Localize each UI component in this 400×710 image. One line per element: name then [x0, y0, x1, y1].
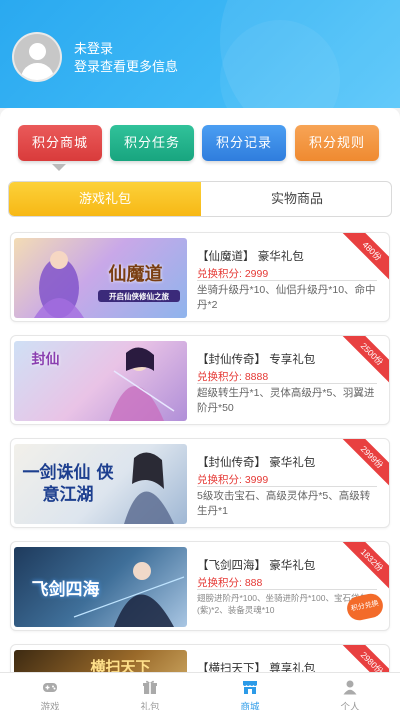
points-rules-button[interactable]: 积分规则 [295, 125, 379, 161]
tabbar-item-mall[interactable]: 商城 [200, 673, 300, 710]
gift-points: 兑换积分: 2999 [197, 268, 269, 280]
category-tabs: 游戏礼包 实物商品 [8, 181, 392, 217]
tabbar-label: 游戏 [40, 702, 60, 710]
gift-points: 兑换积分: 3999 [197, 474, 269, 486]
tabbar-label: 个人 [340, 702, 360, 710]
store-icon [243, 681, 257, 694]
banner-title: 封仙 [31, 352, 60, 368]
divider [197, 589, 377, 590]
avatar-body-shape [21, 63, 54, 80]
gift-description: 5级攻击宝石、高级灵体丹*5、高级转生丹*1 [197, 490, 371, 517]
profile-header: 未登录 登录查看更多信息 [0, 0, 400, 108]
gift-points: 兑换积分: 8888 [197, 371, 269, 383]
divider [197, 280, 377, 281]
points-tasks-button[interactable]: 积分任务 [110, 125, 194, 161]
login-status[interactable]: 未登录 [74, 38, 113, 57]
gift-card[interactable]: 仙魔道 开启仙侠修仙之旅 【仙魔道】 豪华礼包 兑换积分: 2999 坐骑升级丹… [10, 232, 390, 322]
banner-title: 飞剑四海 [31, 580, 100, 600]
gift-card[interactable]: 飞剑四海 【飞剑四海】 豪华礼包 兑换积分: 888 翅膀进阶丹*100、坐骑进… [10, 541, 390, 631]
gift-description: 坐骑升级丹*10、仙侣升级丹*10、命中丹*2 [197, 284, 376, 311]
banner-title: 仙魔道 [108, 264, 163, 285]
gift-card[interactable]: 封仙 【封仙传奇】 专享礼包 兑换积分: 8888 超级转生丹*1、灵体高级丹*… [10, 335, 390, 425]
gamepad-icon [43, 683, 57, 692]
banner-subtitle: 开启仙侠修仙之旅 [109, 292, 169, 301]
selected-indicator-arrow [52, 164, 66, 171]
game-banner-image: 封仙 [14, 341, 187, 421]
gift-title: 【仙魔道】 豪华礼包 [197, 251, 304, 263]
gift-description: 超级转生丹*1、灵体高级丹*5、羽翼进阶丹*50 [197, 387, 375, 414]
game-banner-image: 一剑诛仙 侠意江湖 [14, 444, 187, 524]
gift-title: 【封仙传奇】 豪华礼包 [197, 457, 316, 469]
tabbar-label: 商城 [240, 702, 260, 710]
gift-title: 【封仙传奇】 专享礼包 [197, 354, 316, 366]
points-records-button[interactable]: 积分记录 [202, 125, 286, 161]
bottom-tab-bar: 游戏 礼包 商城 个人 [0, 672, 400, 710]
tabbar-label: 礼包 [140, 702, 160, 710]
avatar-head-shape [29, 43, 46, 60]
tabbar-item-gifts[interactable]: 礼包 [100, 673, 200, 710]
gift-card[interactable]: 一剑诛仙 侠意江湖 【封仙传奇】 豪华礼包 兑换积分: 3999 5级攻击宝石、… [10, 438, 390, 528]
avatar[interactable] [12, 32, 62, 82]
divider [197, 486, 377, 487]
points-mall-button[interactable]: 积分商城 [18, 125, 102, 161]
divider [197, 383, 377, 384]
game-banner-image: 飞剑四海 [14, 547, 187, 627]
game-banner-image: 仙魔道 开启仙侠修仙之旅 [14, 238, 187, 318]
gift-box-icon [143, 680, 157, 694]
tab-physical-goods[interactable]: 实物商品 [201, 182, 391, 216]
gift-points: 兑换积分: 888 [197, 577, 263, 589]
person-icon [343, 680, 357, 695]
gift-title: 【飞剑四海】 豪华礼包 [197, 560, 316, 572]
login-hint[interactable]: 登录查看更多信息 [74, 56, 178, 75]
tabbar-item-games[interactable]: 游戏 [0, 673, 100, 710]
banner-title: 一剑诛仙 侠意江湖 [22, 463, 114, 505]
tabbar-item-profile[interactable]: 个人 [300, 673, 400, 710]
tab-game-gifts[interactable]: 游戏礼包 [9, 182, 201, 216]
